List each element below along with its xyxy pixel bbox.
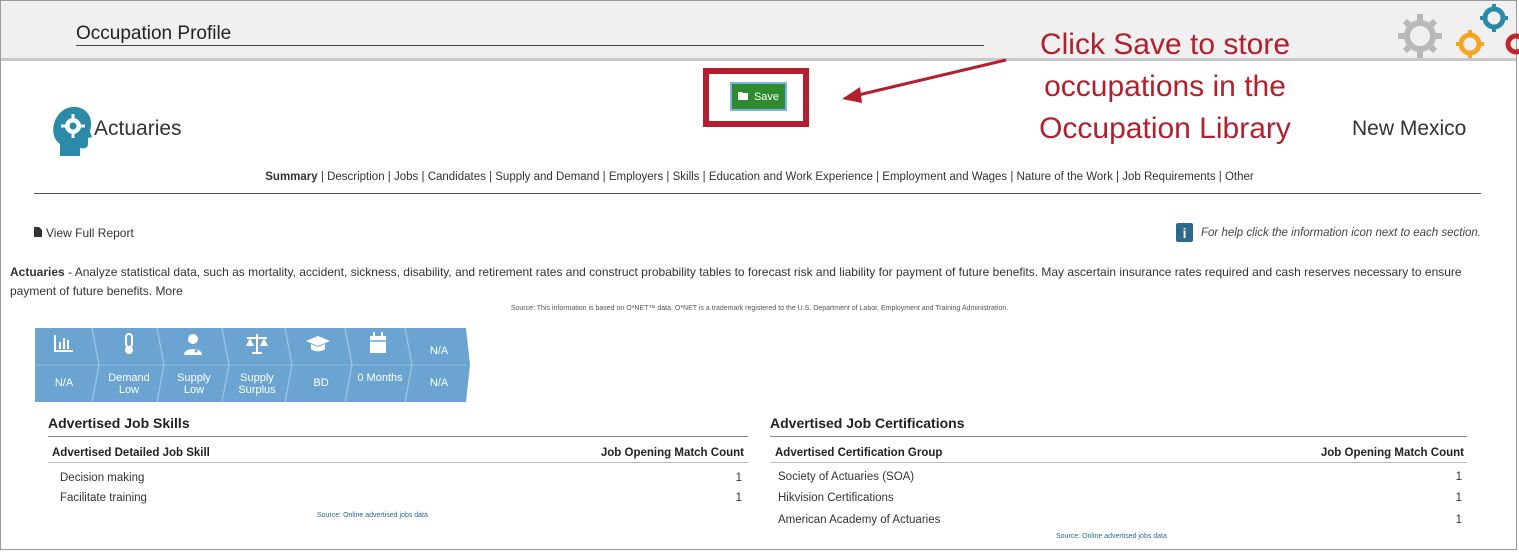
scale-icon [235, 333, 279, 360]
certs-section-title: Advertised Job Certifications [770, 415, 965, 431]
info-icon[interactable]: i [1176, 223, 1194, 242]
table-cell-count: 1 [735, 472, 742, 484]
table-cell-count: 1 [1455, 492, 1462, 504]
state-name: New Mexico [1352, 117, 1467, 140]
graduation-cap-icon [296, 335, 340, 358]
skills-col-count: Job Opening Match Count [600, 447, 744, 459]
tile-label: N/A [54, 377, 74, 389]
certs-col-group: Advertised Certification Group [775, 447, 943, 459]
tile-label: Supply Low [177, 372, 211, 396]
certs-source-note: Source: Online advertised jobs data [1056, 533, 1167, 540]
bar-chart-icon [43, 334, 85, 357]
callout-arrow-icon [842, 58, 1007, 103]
tile-label: Demand Low [108, 372, 150, 396]
nav-item-education[interactable]: Education and Work Experience [709, 171, 873, 183]
occupation-description: Actuaries - Analyze statistical data, su… [10, 263, 1500, 301]
nav-item-job-requirements[interactable]: Job Requirements [1122, 171, 1215, 183]
table-cell-count: 1 [735, 492, 742, 504]
description-text: - Analyze statistical data, such as mort… [10, 265, 1462, 298]
table-cell-count: 1 [1455, 514, 1462, 526]
doctor-icon [171, 333, 215, 360]
nav-item-supply-demand[interactable]: Supply and Demand [495, 171, 599, 183]
nav-item-other[interactable]: Other [1225, 171, 1254, 183]
tile-label: Supply Surplus [238, 372, 276, 396]
nav-item-summary[interactable]: Summary [265, 171, 317, 183]
callout-line: Occupation Library [1039, 112, 1291, 145]
nav-item-description[interactable]: Description [327, 171, 385, 183]
calendar-icon [356, 332, 400, 359]
onet-source-note: Source: This information is based on O*N… [510, 305, 1009, 312]
thermometer-icon [107, 333, 151, 360]
more-link[interactable]: More [155, 284, 182, 298]
description-term: Actuaries [10, 265, 65, 279]
callout-line: occupations in the [1044, 70, 1286, 103]
help-text: For help click the information icon next… [1201, 226, 1481, 239]
view-full-report-label: View Full Report [46, 226, 134, 240]
skills-header-rule [48, 462, 748, 463]
save-button[interactable]: Save [730, 82, 787, 111]
tile-label: 0 Months [357, 372, 403, 384]
tile-top-label: N/A [429, 345, 449, 357]
help-note: i For help click the information icon ne… [1176, 223, 1481, 242]
tile-label: N/A [429, 377, 449, 389]
certs-title-rule [770, 436, 1467, 437]
head-gear-icon [52, 106, 92, 161]
table-row: Society of Actuaries (SOA) [778, 471, 915, 483]
tile-label: BD [313, 377, 329, 389]
certs-col-count: Job Opening Match Count [1320, 447, 1464, 459]
section-nav: Summary | Description | Jobs | Candidate… [265, 171, 1254, 183]
occupation-name: Actuaries [94, 117, 182, 140]
nav-item-employment-wages[interactable]: Employment and Wages [882, 171, 1007, 183]
save-highlight-box: Save [703, 68, 809, 127]
document-icon [34, 226, 42, 240]
table-row: American Academy of Actuaries [778, 514, 941, 526]
skills-section-title: Advertised Job Skills [48, 415, 190, 431]
skills-title-rule [48, 436, 748, 437]
callout-line: Click Save to store [1039, 28, 1291, 61]
title-underline [76, 45, 984, 46]
nav-item-candidates[interactable]: Candidates [428, 171, 486, 183]
table-cell-count: 1 [1455, 471, 1462, 483]
nav-item-employers[interactable]: Employers [609, 171, 663, 183]
view-full-report-link[interactable]: View Full Report [34, 226, 134, 240]
certs-header-rule [770, 462, 1467, 463]
nav-item-jobs[interactable]: Jobs [394, 171, 418, 183]
nav-item-skills[interactable]: Skills [673, 171, 700, 183]
nav-divider [34, 193, 1481, 194]
gears-logo-icon [1392, 4, 1519, 60]
skills-col-skill: Advertised Detailed Job Skill [52, 447, 210, 459]
table-row: Facilitate training [60, 492, 147, 504]
table-row: Hikvision Certifications [778, 492, 894, 504]
save-button-label: Save [753, 90, 780, 103]
page-title: Occupation Profile [76, 23, 232, 44]
summary-tiles: N/A Demand Low Supply Low Supply Surplus… [35, 328, 470, 402]
nav-item-nature-of-work[interactable]: Nature of the Work [1017, 171, 1113, 183]
skills-source-note: Source: Online advertised jobs data [317, 512, 428, 519]
table-row: Decision making [60, 472, 145, 484]
folder-icon [737, 91, 749, 103]
save-callout: Click Save to store occupations in the O… [1010, 24, 1320, 150]
